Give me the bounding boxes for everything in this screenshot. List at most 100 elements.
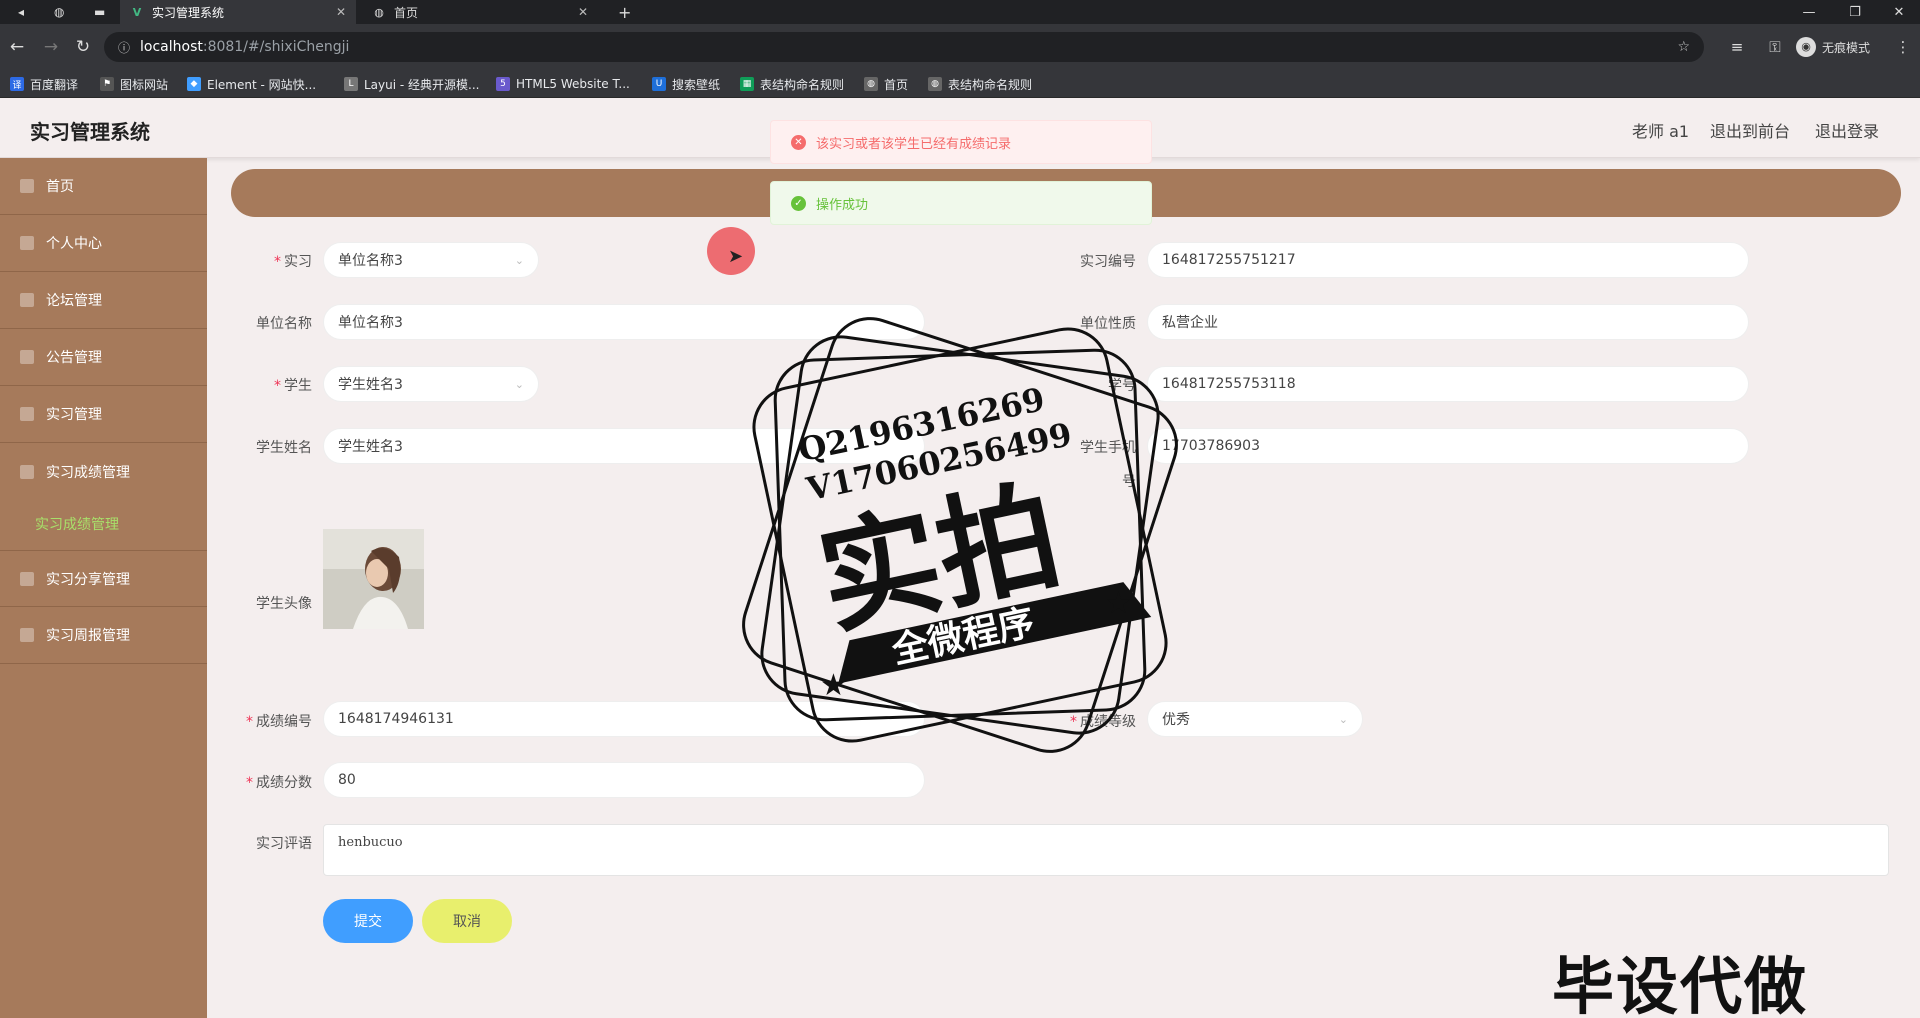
menu-icon[interactable]: ⋮ — [1892, 36, 1914, 58]
sidebar-item-label: 实习分享管理 — [46, 571, 130, 588]
bookmark-label: 首页 — [884, 77, 909, 92]
front-link[interactable]: 退出到前台 — [1710, 118, 1790, 142]
bookmark-item[interactable]: ▦ 表结构命名规则 — [740, 75, 844, 93]
bookmark-item[interactable]: ◆ Element - 网站快... — [187, 75, 316, 93]
bookmark-item[interactable]: U 搜索壁纸 — [652, 75, 720, 93]
bookmark-item[interactable]: ◍ 首页 — [864, 75, 908, 93]
sidebar-item-shixi[interactable]: 实习管理 — [0, 386, 207, 443]
submit-button[interactable]: 提交 — [323, 899, 413, 943]
incognito-button[interactable]: ◉ 无痕模式 — [1796, 36, 1896, 58]
reload-icon[interactable]: ↻ — [72, 36, 94, 58]
success-toast: ✓ 操作成功 — [770, 181, 1152, 225]
globe-icon: ◍ — [928, 77, 942, 91]
sidebar-item-notice[interactable]: 公告管理 — [0, 329, 207, 386]
bookmark-item[interactable]: 译百度翻译 — [10, 75, 78, 93]
error-icon: ✕ — [791, 134, 806, 150]
tab-shixi[interactable]: V 实习管理系统 ✕ — [120, 0, 356, 24]
sidebar-item-label: 个人中心 — [46, 236, 102, 252]
layui-icon: L — [344, 77, 358, 91]
sidebar-item-label: 实习管理 — [46, 407, 102, 423]
translate-icon: 译 — [10, 77, 24, 91]
home-icon — [20, 179, 34, 193]
sidebar-item-home[interactable]: 首页 — [0, 158, 207, 215]
star-icon: ★ — [1105, 586, 1132, 621]
student-avatar[interactable] — [323, 529, 424, 629]
sidebar-item-label: 实习周报管理 — [46, 628, 130, 644]
forward-icon[interactable]: → — [40, 36, 62, 58]
sidebar-item-label: 论坛管理 — [46, 293, 102, 309]
sidebar: 首页 个人中心 论坛管理 公告管理 实习管理 实习成绩管理 实习成绩管理 实习分… — [0, 158, 207, 1018]
app-title: 实习管理系统 — [30, 120, 150, 144]
sidebar-item-share[interactable]: 实习分享管理 — [0, 550, 207, 607]
vue-icon: V — [132, 5, 142, 19]
shouji-field[interactable]: 17703786903 — [1147, 428, 1749, 464]
bookmark-item[interactable]: ◍ 表结构命名规则 — [928, 75, 1032, 93]
logout-link[interactable]: 退出登录 — [1815, 118, 1879, 142]
sidebar-item-label: 首页 — [46, 179, 74, 195]
xuesheng-select[interactable]: 学生姓名3 ⌄ — [323, 366, 539, 402]
bookmark-label: 图标网站 — [120, 77, 169, 92]
sheet-icon: ▦ — [740, 77, 754, 91]
reading-list-icon[interactable]: ≡ — [1726, 36, 1748, 58]
notice-icon — [20, 350, 34, 364]
url-host: localhost — [140, 39, 203, 55]
address-bar-row: ← → ↻ ⓘ localhost:8081/#/shixiChengji ☆ … — [0, 24, 1920, 70]
avatar-photo — [323, 529, 424, 629]
shixi-select[interactable]: 单位名称3 ⌄ — [323, 242, 539, 278]
incognito-icon: ◉ — [1796, 37, 1816, 57]
cursor-icon: ➤ — [728, 246, 744, 267]
url-input[interactable]: ⓘ localhost:8081/#/shixiChengji ☆ — [104, 32, 1704, 62]
sidebar-item-forum[interactable]: 论坛管理 — [0, 272, 207, 329]
sidebar-item-weekly[interactable]: 实习周报管理 — [0, 607, 207, 664]
globe-icon: ◍ — [374, 5, 384, 19]
restore-icon[interactable]: ❐ — [1832, 0, 1878, 24]
globe-icon: ◍ — [864, 77, 878, 91]
shixi-bianhao-field[interactable]: 164817255751217 — [1147, 242, 1749, 278]
label-pingyu: 实习评语 — [256, 836, 312, 852]
bookmark-item[interactable]: ⚑ 图标网站 — [100, 75, 168, 93]
report-icon — [20, 628, 34, 642]
star-icon[interactable]: ☆ — [1677, 39, 1690, 55]
close-icon[interactable]: ✕ — [336, 5, 346, 19]
sidebar-subitem-grade[interactable]: 实习成绩管理 — [35, 514, 119, 534]
key-icon[interactable]: ⚿ — [1764, 36, 1786, 58]
bookmark-item[interactable]: 5 HTML5 Website T... — [496, 75, 630, 93]
label-chengji-bianhao: * 成绩编号 — [246, 714, 312, 730]
new-tab-button[interactable]: + — [608, 0, 636, 24]
bookmark-label: Element - 网站快... — [207, 77, 317, 92]
chevron-down-icon: ⌄ — [514, 377, 524, 391]
xuehao-field[interactable]: 164817255753118 — [1147, 366, 1749, 402]
minimize-icon[interactable]: — — [1786, 0, 1832, 24]
tab-label: 首页 — [394, 5, 419, 20]
pingyu-textarea[interactable]: henbucuo — [323, 824, 1889, 876]
tab-label: 实习管理系统 — [152, 5, 225, 20]
window-close-icon[interactable]: ✕ — [1876, 0, 1920, 24]
label-xuesheng: * 学生 — [274, 378, 312, 394]
flag-icon: ⚑ — [100, 77, 114, 91]
label-touxiang: 学生头像 — [256, 596, 312, 612]
close-icon[interactable]: ✕ — [578, 5, 588, 19]
danwei-xingzhi-field[interactable]: 私营企业 — [1147, 304, 1749, 340]
success-toast-text: 操作成功 — [816, 197, 869, 213]
label-danwei-mingcheng: 单位名称 — [256, 316, 312, 332]
sidebar-item-profile[interactable]: 个人中心 — [0, 215, 207, 272]
mute-tab-icon[interactable]: ◂ — [8, 0, 38, 24]
label-shixi: * 实习 — [274, 254, 312, 270]
check-icon: ✓ — [791, 195, 806, 211]
bookmark-label: HTML5 Website T... — [516, 77, 630, 91]
html5-icon: 5 — [496, 77, 510, 91]
pinned-tab-icon[interactable]: ◍ — [44, 0, 74, 24]
browser-tab-bar: ◂ ◍ ▬ V 实习管理系统 ✕ ◍ 首页 ✕ + — ❐ ✕ — [0, 0, 1920, 24]
chevron-down-icon: ⌄ — [1338, 712, 1348, 726]
watermark-corner-text: 毕设代做 — [1552, 950, 1809, 1018]
bookmark-item[interactable]: L Layui - 经典开源模... — [344, 75, 479, 93]
sidebar-item-label: 实习成绩管理 — [46, 464, 130, 481]
label-chengji-fenshu: * 成绩分数 — [246, 775, 312, 791]
tab-home[interactable]: ◍ 首页 ✕ — [362, 0, 598, 24]
sidebar-item-grade[interactable]: 实习成绩管理 — [0, 443, 207, 500]
cancel-button[interactable]: 取消 — [422, 899, 512, 943]
pinned-tab-window-icon[interactable]: ▬ — [84, 0, 114, 24]
back-icon[interactable]: ← — [6, 36, 28, 58]
url-path: :8081/#/shixiChengji — [202, 39, 350, 55]
grade-icon — [20, 464, 34, 479]
